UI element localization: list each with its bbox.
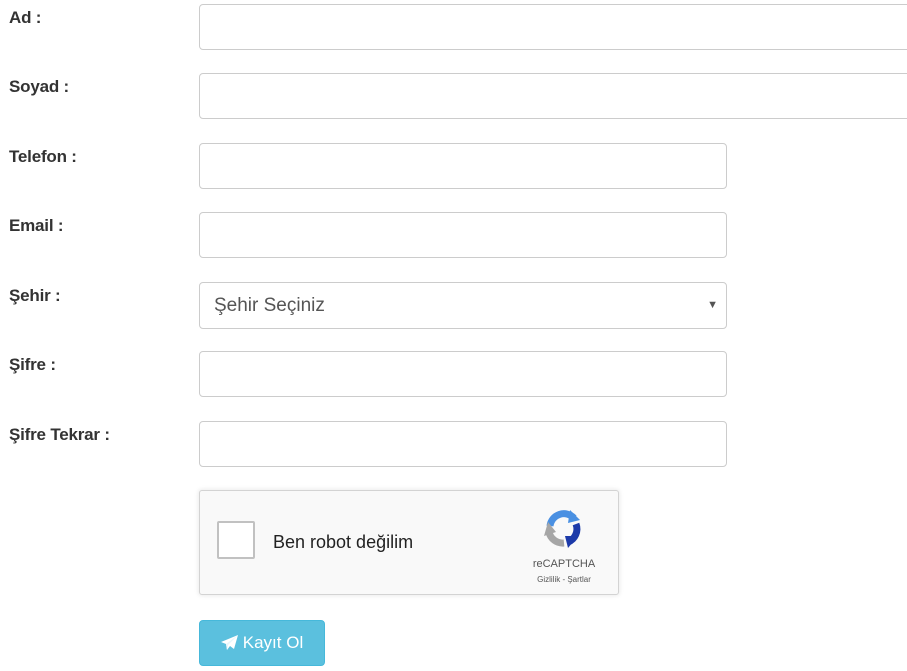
city-select[interactable]: Şehir Seçiniz ▼ xyxy=(199,282,727,329)
phone-input[interactable] xyxy=(199,143,727,189)
last-name-input[interactable] xyxy=(199,73,907,119)
recaptcha-label: Ben robot değilim xyxy=(273,532,414,552)
email-label: Email : xyxy=(9,216,64,235)
recaptcha-privacy-terms-link[interactable]: Gizlilik - Şartlar xyxy=(512,575,616,584)
last-name-label: Soyad : xyxy=(9,77,70,96)
first-name-input[interactable] xyxy=(199,4,907,50)
first-name-label: Ad : xyxy=(9,8,42,27)
email-input[interactable] xyxy=(199,212,727,258)
paper-plane-icon xyxy=(220,635,239,651)
register-button-label: Kayıt Ol xyxy=(242,633,304,652)
city-select-value: Şehir Seçiniz xyxy=(214,295,325,316)
phone-label: Telefon : xyxy=(9,147,77,166)
password-confirm-input[interactable] xyxy=(199,421,727,467)
password-input[interactable] xyxy=(199,351,727,397)
recaptcha-checkbox[interactable] xyxy=(217,521,255,559)
recaptcha-widget: Ben robot değilim reCAPTCHA Gizlilik - Ş… xyxy=(199,490,619,595)
register-button[interactable]: Kayıt Ol xyxy=(199,620,325,666)
recaptcha-logo-icon xyxy=(540,506,586,552)
recaptcha-brand: reCAPTCHA xyxy=(532,558,596,570)
city-label: Şehir : xyxy=(9,286,61,305)
password-confirm-label: Şifre Tekrar : xyxy=(9,425,110,444)
caret-down-icon: ▼ xyxy=(707,299,718,311)
registration-form: Ad : Soyad : Telefon : Email : Şehir : Ş… xyxy=(0,0,907,671)
password-label: Şifre : xyxy=(9,355,56,374)
